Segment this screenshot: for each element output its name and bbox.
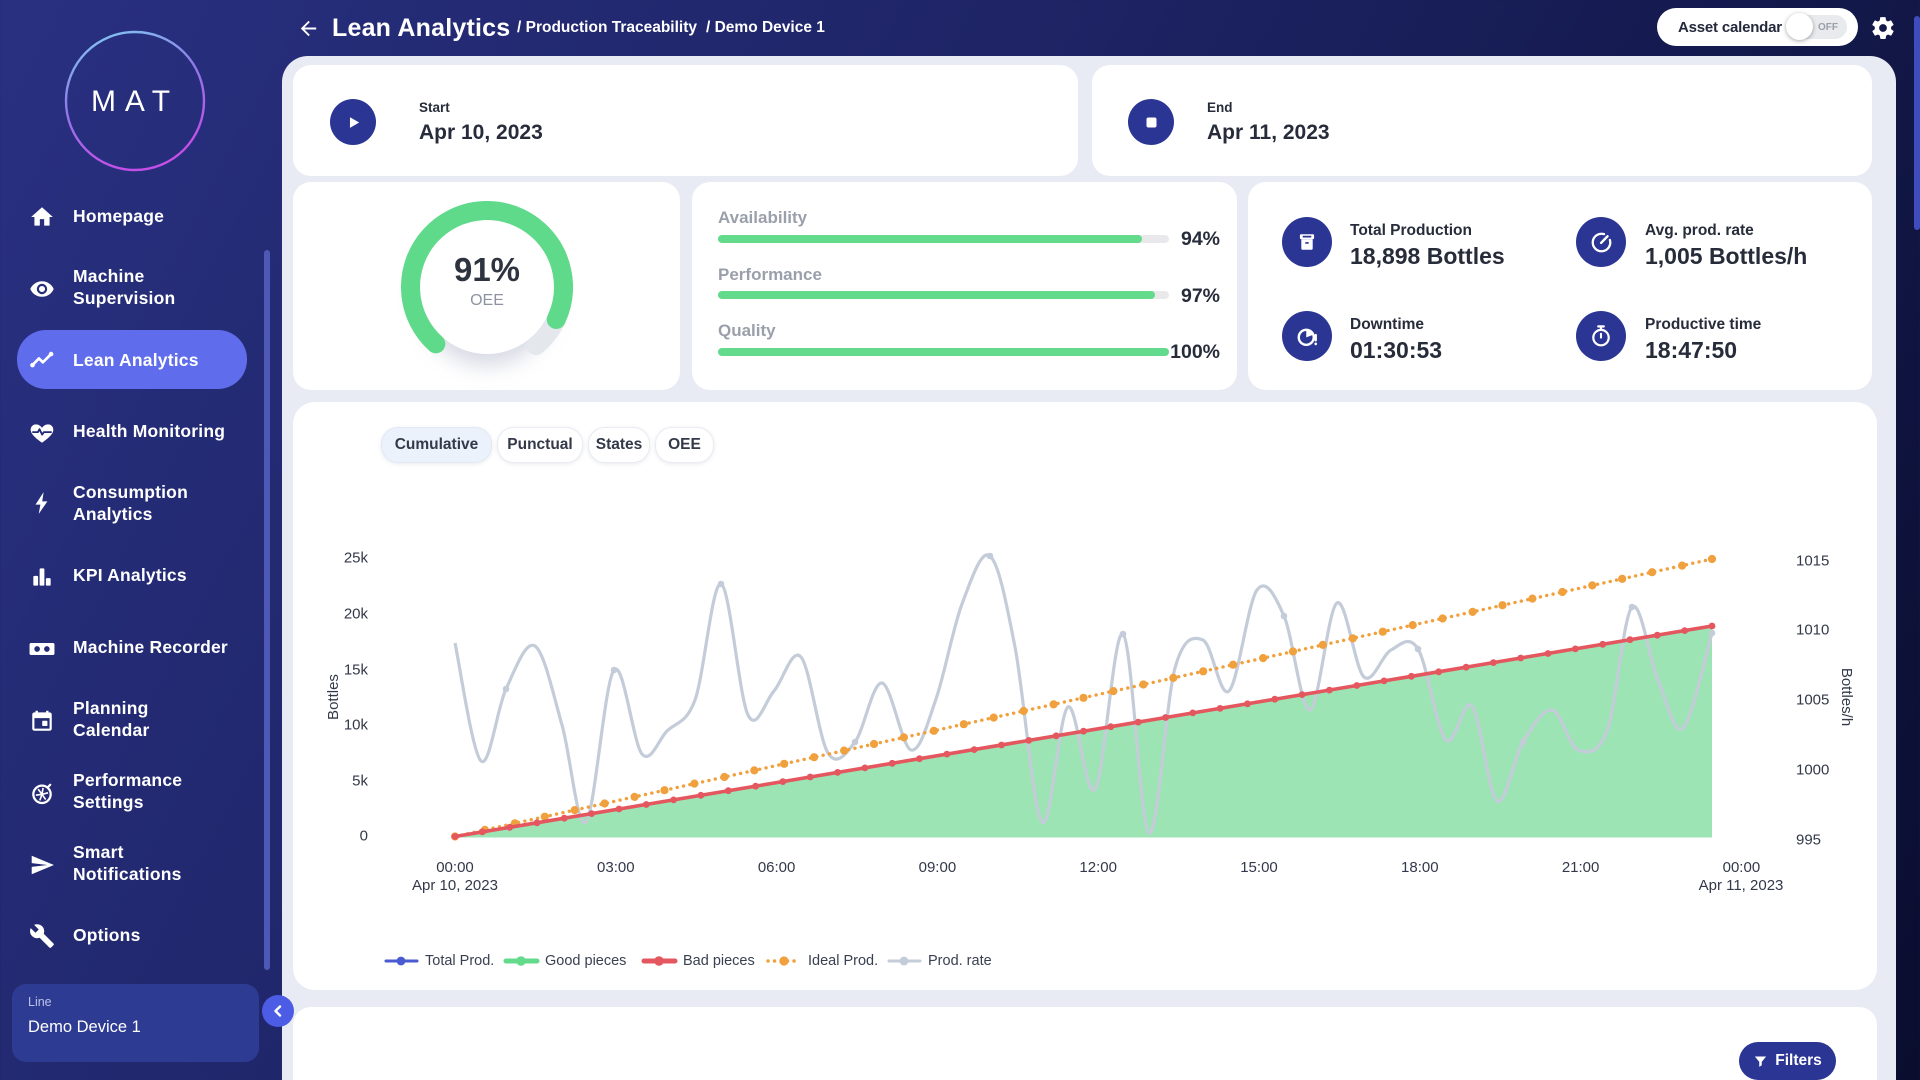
svg-text:00:00: 00:00	[1723, 859, 1761, 876]
svg-text:Total Prod.: Total Prod.	[425, 953, 494, 969]
svg-text:Prod. rate: Prod. rate	[928, 953, 992, 969]
svg-text:MAT: MAT	[91, 85, 179, 118]
svg-text:12:00: 12:00	[1079, 859, 1117, 876]
svg-text:995: 995	[1796, 832, 1821, 849]
svg-text:20k: 20k	[344, 606, 369, 623]
svg-text:5k: 5k	[352, 773, 368, 790]
svg-text:Bottles/h: Bottles/h	[1838, 668, 1855, 726]
svg-text:1005: 1005	[1796, 692, 1829, 709]
svg-text:15k: 15k	[344, 662, 369, 679]
svg-text:1010: 1010	[1796, 622, 1829, 639]
svg-text:1000: 1000	[1796, 762, 1829, 779]
svg-text:Bottles: Bottles	[325, 674, 342, 720]
svg-text:03:00: 03:00	[597, 859, 635, 876]
svg-text:0: 0	[360, 828, 368, 845]
svg-text:10k: 10k	[344, 717, 369, 734]
svg-text:Bad pieces: Bad pieces	[683, 953, 755, 969]
svg-text:09:00: 09:00	[919, 859, 957, 876]
svg-text:25k: 25k	[344, 550, 369, 567]
svg-text:06:00: 06:00	[758, 859, 796, 876]
svg-text:00:00: 00:00	[436, 859, 474, 876]
svg-text:15:00: 15:00	[1240, 859, 1278, 876]
svg-text:Apr 11, 2023: Apr 11, 2023	[1699, 877, 1784, 894]
svg-text:Ideal Prod.: Ideal Prod.	[808, 953, 878, 969]
svg-text:18:00: 18:00	[1401, 859, 1439, 876]
svg-text:Good pieces: Good pieces	[545, 953, 626, 969]
svg-text:Apr 10, 2023: Apr 10, 2023	[412, 877, 498, 894]
svg-text:21:00: 21:00	[1562, 859, 1600, 876]
svg-text:1015: 1015	[1796, 553, 1829, 570]
